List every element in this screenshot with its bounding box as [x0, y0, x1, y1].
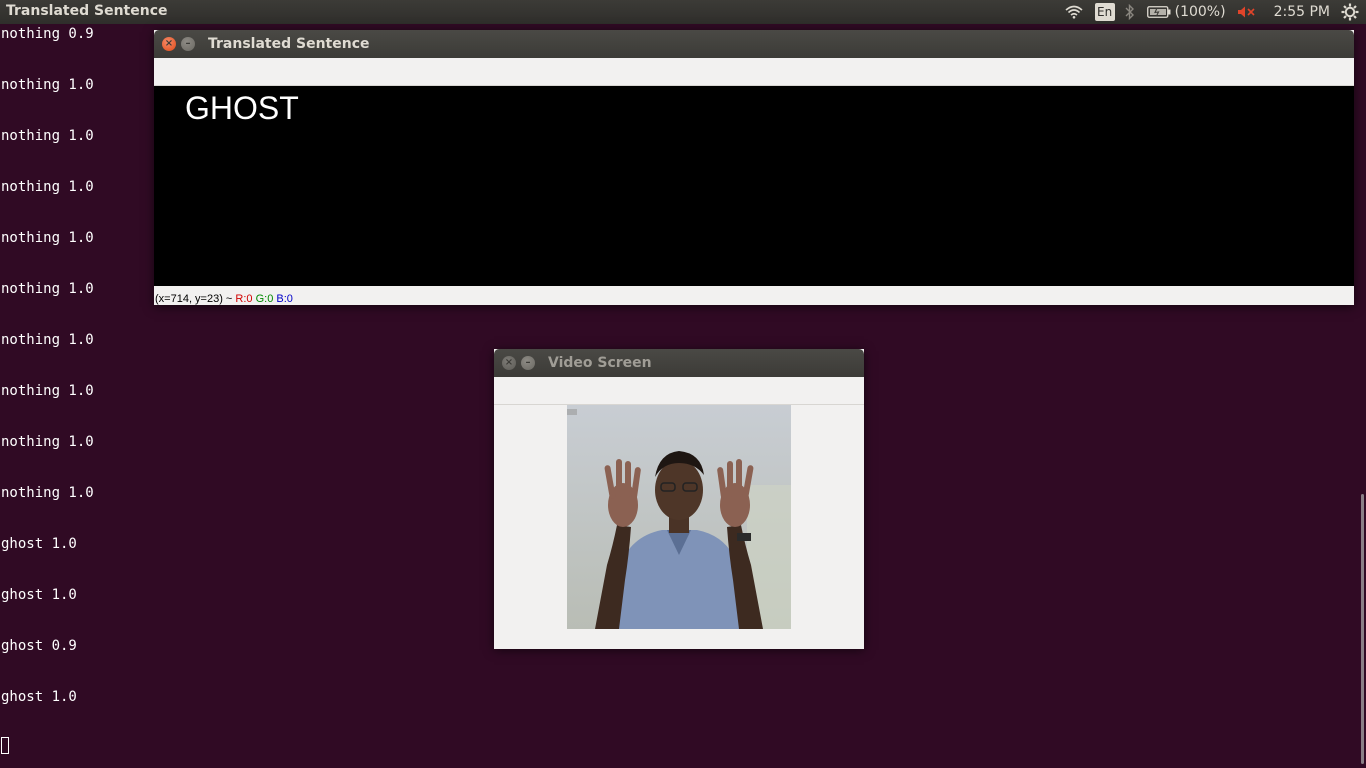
minimize-icon: – — [525, 357, 531, 368]
terminal-line: nothing 1.0 — [1, 383, 94, 399]
red-value: R:0 — [235, 293, 253, 305]
minimize-button[interactable]: – — [521, 356, 535, 370]
clock[interactable]: 2:55 PM — [1274, 0, 1330, 24]
terminal-line: nothing 1.0 — [1, 128, 94, 144]
bluetooth-icon[interactable] — [1123, 0, 1137, 24]
active-app-title: Translated Sentence — [6, 3, 168, 19]
window-title: Translated Sentence — [208, 36, 370, 52]
terminal-line: nothing 0.9 — [1, 26, 94, 42]
terminal-line: nothing 1.0 — [1, 179, 94, 195]
close-icon: × — [164, 38, 174, 49]
window-toolbar — [494, 377, 864, 405]
window-titlebar[interactable]: × – Video Screen — [494, 349, 864, 377]
pixel-info: (x=714, y=23) ~ R:0 G:0 B:0 — [155, 293, 293, 305]
close-button[interactable]: × — [502, 356, 516, 370]
top-panel: Translated Sentence En (100%) 2:55 PM — [0, 0, 1366, 24]
volume-muted-icon[interactable] — [1236, 0, 1258, 24]
translated-sentence-window[interactable]: × – Translated Sentence GHOST (x=714, y=… — [154, 30, 1354, 305]
video-area — [494, 405, 864, 649]
terminal-line: ghost 1.0 — [1, 536, 77, 552]
terminal-line: nothing 1.0 — [1, 485, 94, 501]
webcam-feed[interactable] — [567, 405, 791, 629]
minimize-button[interactable]: – — [181, 37, 195, 51]
terminal-line: nothing 1.0 — [1, 230, 94, 246]
terminal-output: nothing 0.9 nothing 1.0 nothing 1.0 noth… — [1, 26, 94, 740]
window-titlebar[interactable]: × – Translated Sentence — [154, 30, 1354, 58]
video-screen-window[interactable]: × – Video Screen — [494, 349, 864, 649]
minimize-icon: – — [185, 38, 191, 49]
window-toolbar — [154, 58, 1354, 86]
battery-icon — [1146, 6, 1171, 18]
sentence-canvas[interactable]: GHOST — [154, 86, 1354, 286]
webcam-image — [567, 405, 791, 629]
terminal-line: nothing 1.0 — [1, 332, 94, 348]
cursor-coordinates: (x=714, y=23) ~ — [155, 293, 233, 305]
close-button[interactable]: × — [162, 37, 176, 51]
terminal-line: nothing 1.0 — [1, 77, 94, 93]
terminal-line: ghost 1.0 — [1, 689, 77, 705]
terminal-line: nothing 1.0 — [1, 434, 94, 450]
window-title: Video Screen — [548, 355, 652, 371]
green-value: G:0 — [255, 293, 274, 305]
translated-sentence-text: GHOST — [185, 90, 299, 126]
battery-percentage: (100%) — [1174, 4, 1226, 20]
terminal-cursor — [1, 737, 9, 754]
terminal-line: nothing 1.0 — [1, 281, 94, 297]
battery-indicator[interactable]: (100%) — [1146, 0, 1226, 24]
blue-value: B:0 — [276, 293, 293, 305]
terminal-line: ghost 1.0 — [1, 587, 77, 603]
wifi-icon[interactable] — [1063, 0, 1085, 24]
terminal-line: ghost 0.9 — [1, 638, 77, 654]
gear-icon[interactable] — [1340, 0, 1360, 24]
terminal-scrollbar[interactable] — [1361, 494, 1364, 764]
close-icon: × — [504, 357, 514, 368]
keyboard-layout-indicator[interactable]: En — [1094, 3, 1115, 21]
status-bar: (x=714, y=23) ~ R:0 G:0 B:0 — [154, 286, 1354, 305]
indicator-area: En (100%) 2:55 PM — [1063, 0, 1366, 24]
